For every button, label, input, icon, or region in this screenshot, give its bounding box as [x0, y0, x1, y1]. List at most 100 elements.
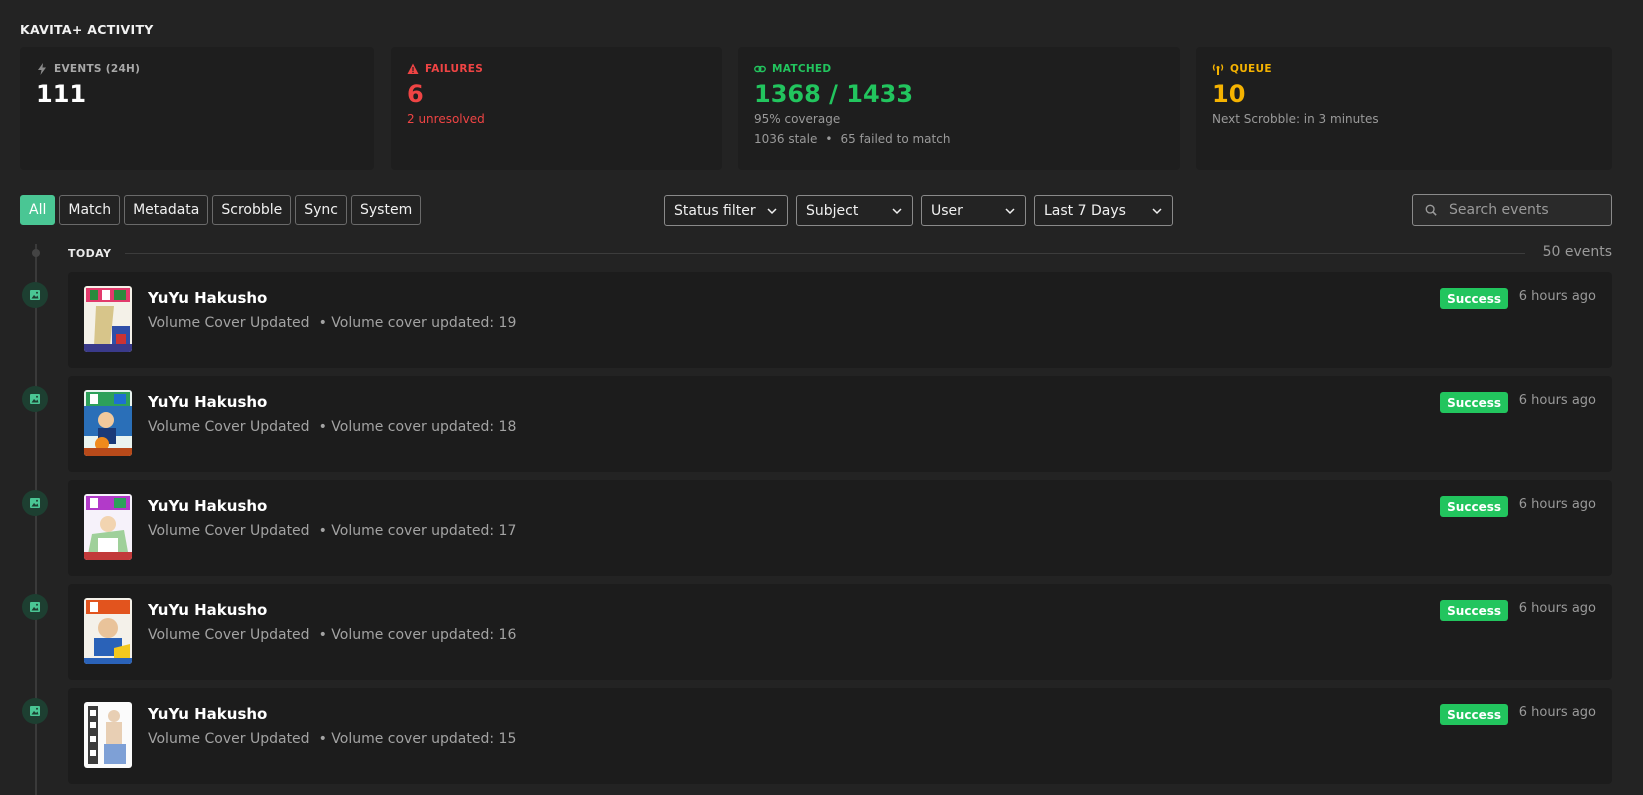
stat-queue-sub: Next Scrobble: in 3 minutes: [1212, 112, 1379, 126]
event-marker: [22, 386, 48, 412]
event-title[interactable]: YuYu Hakusho: [148, 393, 267, 411]
event-type: Volume Cover Updated: [148, 627, 310, 643]
event-description: Volume Cover Updated • Volume cover upda…: [148, 627, 516, 643]
stat-matched-coverage: 95% coverage: [754, 112, 841, 126]
event-row[interactable]: YuYu Hakusho Volume Cover Updated • Volu…: [22, 688, 1612, 784]
chip-all[interactable]: All: [20, 195, 56, 225]
event-time: 6 hours ago: [1518, 289, 1596, 304]
image-icon: [30, 602, 40, 612]
stat-failures-value: 6: [407, 80, 424, 108]
subject-label: Subject: [806, 202, 859, 219]
series-cover-image[interactable]: [84, 598, 132, 664]
user-dropdown[interactable]: User: [921, 195, 1026, 226]
day-divider: [125, 253, 1525, 254]
event-row[interactable]: YuYu Hakusho Volume Cover Updated • Volu…: [22, 376, 1612, 472]
event-row[interactable]: YuYu Hakusho Volume Cover Updated • Volu…: [22, 584, 1612, 680]
series-cover-image[interactable]: [84, 390, 132, 456]
event-detail: • Volume cover updated: 18: [318, 419, 517, 435]
event-marker: [22, 490, 48, 516]
event-title[interactable]: YuYu Hakusho: [148, 497, 267, 515]
series-cover-image[interactable]: [84, 286, 132, 352]
date-range-label: Last 7 Days: [1044, 202, 1126, 219]
image-icon: [30, 290, 40, 300]
event-count: 50 events: [1542, 244, 1612, 260]
event-time: 6 hours ago: [1518, 497, 1596, 512]
event-time: 6 hours ago: [1518, 705, 1596, 720]
event-row[interactable]: YuYu Hakusho Volume Cover Updated • Volu…: [22, 272, 1612, 368]
day-label: TODAY: [68, 247, 112, 260]
page-title: KAVITA+ ACTIVITY: [20, 22, 154, 37]
chevron-down-icon: [1152, 207, 1162, 214]
image-icon: [30, 394, 40, 404]
event-type: Volume Cover Updated: [148, 523, 310, 539]
chip-system[interactable]: System: [351, 195, 422, 225]
date-range-dropdown[interactable]: Last 7 Days: [1034, 195, 1173, 226]
image-icon: [30, 498, 40, 508]
stat-queue-value: 10: [1212, 80, 1246, 108]
event-description: Volume Cover Updated • Volume cover upda…: [148, 315, 516, 331]
broadcast-icon: [1212, 64, 1224, 75]
event-type: Volume Cover Updated: [148, 731, 310, 747]
status-badge: Success: [1440, 704, 1508, 725]
stat-failures-header: FAILURES: [407, 63, 706, 75]
event-marker: [22, 594, 48, 620]
warning-triangle-icon: [407, 63, 419, 74]
event-time: 6 hours ago: [1518, 601, 1596, 616]
chevron-down-icon: [892, 207, 902, 214]
event-row[interactable]: YuYu Hakusho Volume Cover Updated • Volu…: [22, 480, 1612, 576]
status-badge: Success: [1440, 288, 1508, 309]
stat-matched-header: MATCHED: [754, 63, 1164, 75]
chevron-down-icon: [767, 207, 777, 214]
event-description: Volume Cover Updated • Volume cover upda…: [148, 731, 516, 747]
event-marker: [22, 698, 48, 724]
stat-card-failures: FAILURES 6 2 unresolved: [391, 47, 722, 170]
chip-scrobble[interactable]: Scrobble: [212, 195, 292, 225]
status-filter-label: Status filter: [674, 202, 756, 219]
stat-matched-stale: 1036 stale: [754, 132, 818, 146]
status-badge: Success: [1440, 392, 1508, 413]
bolt-icon: [38, 63, 46, 75]
series-cover-image[interactable]: [84, 494, 132, 560]
chip-metadata[interactable]: Metadata: [124, 195, 209, 225]
chip-match[interactable]: Match: [59, 195, 121, 225]
event-marker: [22, 282, 48, 308]
event-detail: • Volume cover updated: 17: [318, 523, 517, 539]
stat-events-label: EVENTS (24H): [54, 63, 141, 75]
stat-queue-header: QUEUE: [1212, 63, 1596, 75]
event-detail: • Volume cover updated: 19: [318, 315, 517, 331]
event-description: Volume Cover Updated • Volume cover upda…: [148, 419, 516, 435]
separator-dot: •: [825, 132, 833, 146]
event-title[interactable]: YuYu Hakusho: [148, 705, 267, 723]
subject-dropdown[interactable]: Subject: [796, 195, 913, 226]
stat-matched-failed: 65 failed to match: [840, 132, 951, 146]
status-badge: Success: [1440, 496, 1508, 517]
event-type: Volume Cover Updated: [148, 419, 310, 435]
activity-page: KAVITA+ ACTIVITY EVENTS (24H) 111 FAILUR…: [0, 0, 1643, 795]
stat-card-events: EVENTS (24H) 111: [20, 47, 374, 170]
event-time: 6 hours ago: [1518, 393, 1596, 408]
chip-sync[interactable]: Sync: [295, 195, 347, 225]
link-icon: [754, 65, 766, 73]
event-title[interactable]: YuYu Hakusho: [148, 289, 267, 307]
event-title[interactable]: YuYu Hakusho: [148, 601, 267, 619]
stat-failures-label: FAILURES: [425, 63, 484, 75]
stat-queue-label: QUEUE: [1230, 63, 1272, 75]
event-detail: • Volume cover updated: 15: [318, 731, 517, 747]
user-label: User: [931, 202, 963, 219]
stat-card-matched: MATCHED 1368 / 1433 95% coverage 1036 st…: [738, 47, 1180, 170]
status-badge: Success: [1440, 600, 1508, 621]
stat-matched-value: 1368 / 1433: [754, 80, 914, 108]
stat-events-value: 111: [36, 80, 87, 108]
search-input[interactable]: [1449, 202, 1599, 218]
series-cover-image[interactable]: [84, 702, 132, 768]
stat-events-header: EVENTS (24H): [36, 63, 358, 75]
stat-failures-sub: 2 unresolved: [407, 112, 485, 126]
image-icon: [30, 706, 40, 716]
stat-matched-label: MATCHED: [772, 63, 832, 75]
timeline-day-dot: [32, 249, 40, 257]
chevron-down-icon: [1005, 207, 1015, 214]
stat-matched-details: 1036 stale • 65 failed to match: [754, 132, 1164, 146]
category-filter-chips: All Match Metadata Scrobble Sync System: [20, 195, 422, 225]
event-type: Volume Cover Updated: [148, 315, 310, 331]
status-filter-dropdown[interactable]: Status filter: [664, 195, 788, 226]
